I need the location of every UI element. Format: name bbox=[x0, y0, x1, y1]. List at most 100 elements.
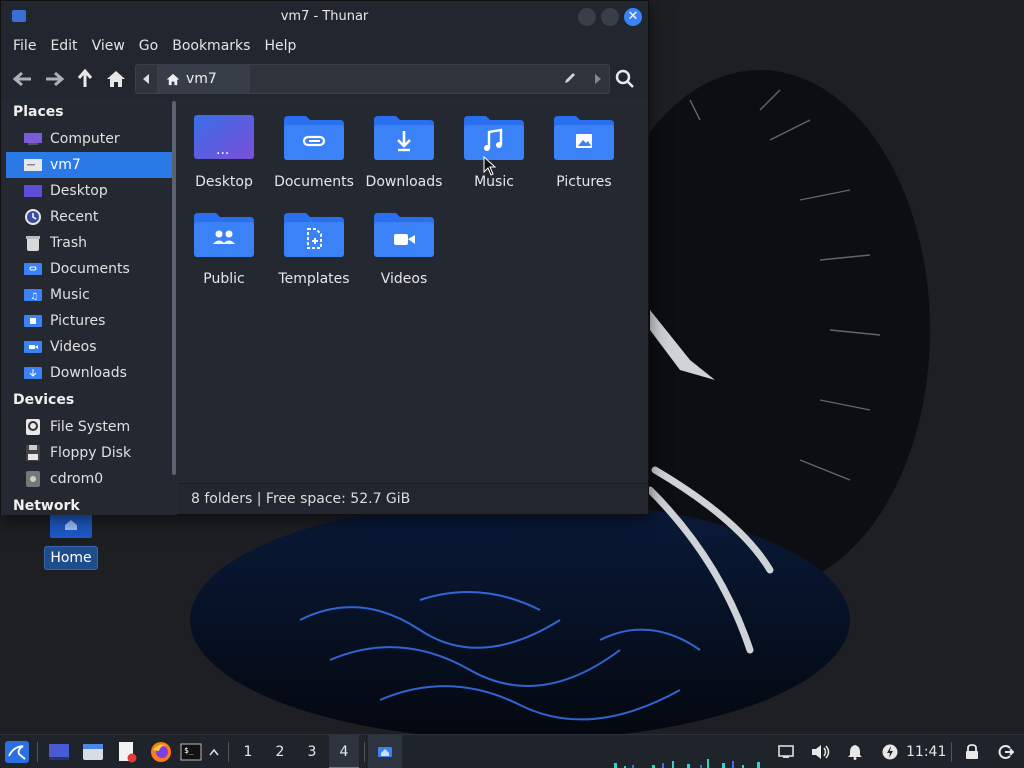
thunar-window: vm7 - Thunar ✕ File Edit View Go Bookmar… bbox=[0, 0, 649, 515]
sidebar-item-music[interactable]: ♫ Music bbox=[6, 282, 174, 308]
menu-file[interactable]: File bbox=[7, 38, 42, 54]
sidebar-item-trash[interactable]: Trash bbox=[6, 230, 174, 256]
documents-folder-icon bbox=[23, 261, 43, 277]
taskbar-separator bbox=[364, 742, 365, 762]
templates-folder-icon bbox=[284, 211, 344, 257]
show-desktop-icon[interactable] bbox=[44, 735, 74, 768]
svg-text:♫: ♫ bbox=[30, 292, 38, 302]
trash-icon bbox=[23, 235, 43, 251]
lock-screen-icon[interactable] bbox=[960, 735, 984, 768]
toolbar: vm7 bbox=[1, 60, 648, 98]
window-titlebar[interactable]: vm7 - Thunar ✕ bbox=[1, 1, 648, 32]
menu-go[interactable]: Go bbox=[133, 38, 164, 54]
kali-menu-icon[interactable] bbox=[2, 735, 32, 768]
power-manager-icon[interactable] bbox=[878, 735, 902, 768]
search-icon[interactable] bbox=[615, 69, 635, 93]
sidebar-item-desktop[interactable]: Desktop bbox=[6, 178, 174, 204]
folder-item-templates[interactable]: Templates bbox=[269, 211, 359, 287]
sidebar-item-vm7[interactable]: vm7 bbox=[6, 152, 174, 178]
text-editor-icon[interactable] bbox=[112, 735, 142, 768]
taskbar-separator bbox=[228, 742, 229, 762]
mouse-cursor-icon bbox=[483, 156, 497, 176]
workspace-4[interactable]: 4 bbox=[329, 735, 359, 768]
path-button-home[interactable]: vm7 bbox=[158, 65, 250, 93]
network-monitor-graph bbox=[614, 759, 760, 768]
path-left-arrow-icon[interactable] bbox=[136, 65, 158, 93]
public-folder-icon bbox=[194, 211, 254, 257]
logout-icon[interactable] bbox=[994, 735, 1018, 768]
music-folder-icon: ♫ bbox=[23, 287, 43, 303]
volume-icon[interactable] bbox=[808, 735, 834, 768]
display-icon[interactable] bbox=[774, 735, 798, 768]
sidebar-item-documents[interactable]: Documents bbox=[6, 256, 174, 282]
folder-item-documents[interactable]: Documents bbox=[269, 114, 359, 190]
notification-bell-icon[interactable] bbox=[843, 735, 867, 768]
location-bar[interactable]: vm7 bbox=[135, 64, 610, 94]
filesystem-icon bbox=[23, 419, 43, 435]
sidebar-item-filesystem[interactable]: File System bbox=[6, 414, 174, 440]
places-header: Places bbox=[13, 104, 64, 120]
folder-item-music[interactable]: Music bbox=[449, 114, 539, 190]
menu-help[interactable]: Help bbox=[258, 38, 302, 54]
workspace-3[interactable]: 3 bbox=[297, 735, 327, 768]
folder-item-pictures[interactable]: Pictures bbox=[539, 114, 629, 190]
home-folder-icon bbox=[23, 157, 43, 173]
sidebar-item-computer[interactable]: Computer bbox=[6, 126, 174, 152]
svg-text:...: ... bbox=[216, 142, 229, 158]
sidebar-item-downloads[interactable]: Downloads bbox=[6, 360, 174, 386]
devices-header: Devices bbox=[13, 392, 75, 408]
close-button[interactable]: ✕ bbox=[624, 8, 642, 26]
computer-icon bbox=[23, 131, 43, 147]
desktop-home-label: Home bbox=[44, 546, 98, 570]
taskbar: $_ 1 2 3 4 11:41 bbox=[0, 734, 1024, 768]
sidebar-scrollbar[interactable] bbox=[172, 101, 176, 475]
desktop-home-shortcut[interactable]: Home bbox=[44, 512, 98, 570]
maximize-button[interactable] bbox=[601, 8, 619, 26]
minimize-button[interactable] bbox=[578, 8, 596, 26]
path-current-label: vm7 bbox=[186, 71, 217, 87]
edit-location-icon[interactable] bbox=[563, 71, 577, 89]
videos-folder-icon bbox=[23, 339, 43, 355]
desktop-icon bbox=[23, 183, 43, 199]
sidebar-item-videos[interactable]: Videos bbox=[6, 334, 174, 360]
documents-folder-icon bbox=[284, 114, 344, 160]
sidebar-item-recent[interactable]: Recent bbox=[6, 204, 174, 230]
videos-folder-icon bbox=[374, 211, 434, 257]
sidebar-item-pictures[interactable]: Pictures bbox=[6, 308, 174, 334]
home-icon bbox=[166, 73, 180, 85]
taskbar-separator bbox=[37, 742, 38, 762]
forward-arrow-icon[interactable] bbox=[40, 65, 68, 93]
sidebar-item-floppy[interactable]: Floppy Disk bbox=[6, 440, 174, 466]
firefox-icon[interactable] bbox=[146, 735, 176, 768]
workspace-1[interactable]: 1 bbox=[233, 735, 263, 768]
folder-item-downloads[interactable]: Downloads bbox=[359, 114, 449, 190]
taskbar-separator bbox=[951, 742, 952, 762]
taskbar-window-thunar[interactable] bbox=[368, 735, 402, 768]
file-view: ... Desktop Documents Downloads Music Pi… bbox=[178, 98, 648, 482]
pictures-folder-icon bbox=[23, 313, 43, 329]
desktop-folder-icon: ... bbox=[194, 114, 254, 160]
folder-item-public[interactable]: Public bbox=[179, 211, 269, 287]
folder-item-desktop[interactable]: ... Desktop bbox=[179, 114, 269, 190]
sidebar-item-cdrom[interactable]: cdrom0 bbox=[6, 466, 174, 492]
downloads-folder-icon bbox=[23, 365, 43, 381]
app-icon bbox=[12, 10, 26, 22]
launcher-expand-icon[interactable] bbox=[206, 735, 222, 768]
menu-bookmarks[interactable]: Bookmarks bbox=[166, 38, 256, 54]
network-header: Network bbox=[13, 498, 80, 514]
statusbar: 8 folders | Free space: 52.7 GiB bbox=[178, 483, 648, 514]
music-folder-icon bbox=[464, 114, 524, 160]
up-arrow-icon[interactable] bbox=[71, 65, 99, 93]
back-arrow-icon[interactable] bbox=[9, 65, 37, 93]
window-title: vm7 - Thunar bbox=[280, 9, 369, 24]
workspace-2[interactable]: 2 bbox=[265, 735, 295, 768]
terminal-icon[interactable]: $_ bbox=[176, 735, 206, 768]
home-icon[interactable] bbox=[102, 65, 130, 93]
menu-edit[interactable]: Edit bbox=[44, 38, 83, 54]
folder-item-videos[interactable]: Videos bbox=[359, 211, 449, 287]
file-manager-icon[interactable] bbox=[78, 735, 108, 768]
svg-text:$_: $_ bbox=[184, 746, 194, 755]
menu-view[interactable]: View bbox=[86, 38, 131, 54]
menubar: File Edit View Go Bookmarks Help bbox=[1, 32, 648, 60]
clock[interactable]: 11:41 bbox=[906, 735, 946, 768]
